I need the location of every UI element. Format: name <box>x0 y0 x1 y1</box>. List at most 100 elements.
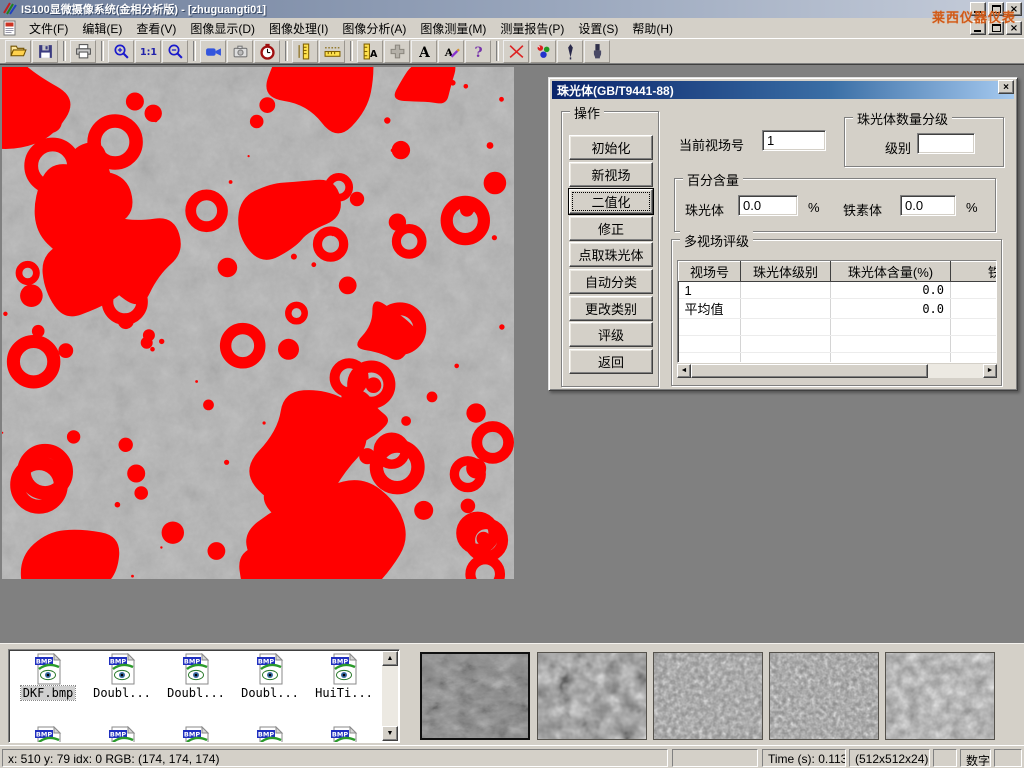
zoom-in-button[interactable] <box>108 40 134 63</box>
auto-classify-button[interactable]: 自动分类 <box>569 269 653 294</box>
menu-item-image-display[interactable]: 图像显示(D) <box>183 19 262 38</box>
print-button[interactable] <box>70 40 96 63</box>
thumbnail-4[interactable] <box>769 652 879 740</box>
timer-button[interactable] <box>254 40 280 63</box>
file-item-partial[interactable]: BMP <box>160 726 232 743</box>
text-annotation-button[interactable]: A <box>411 40 437 63</box>
thumbnail-2[interactable] <box>537 652 647 740</box>
thumbnail-3[interactable] <box>653 652 763 740</box>
pen-tool-icon <box>562 43 579 60</box>
bmp-file-icon: BMP <box>106 726 138 743</box>
ruler-horizontal-button[interactable] <box>319 40 345 63</box>
file-name-label: Doubl... <box>165 686 227 700</box>
back-button[interactable]: 返回 <box>569 349 653 374</box>
table-row[interactable] <box>679 336 998 353</box>
curve-tool-button[interactable] <box>503 40 529 63</box>
scroll-left-button[interactable]: ◄ <box>677 364 691 378</box>
dialog-title-bar[interactable]: 珠光体(GB/T9441-88) <box>552 81 1014 99</box>
menu-item-edit[interactable]: 编辑(E) <box>75 19 129 38</box>
file-item-partial[interactable]: BMP <box>234 726 306 743</box>
document-icon[interactable] <box>2 20 20 36</box>
pick-pearlite-button[interactable]: 点取珠光体 <box>569 242 653 267</box>
table-row[interactable] <box>679 319 998 336</box>
time-panel: Time (s): 0.113 <box>762 749 846 767</box>
file-item-partial[interactable]: BMP <box>12 726 84 743</box>
caliper-vertical-button[interactable] <box>292 40 318 63</box>
bmp-file-icon: BMP <box>106 653 138 685</box>
dialog-close-button[interactable]: × <box>998 80 1014 94</box>
menu-item-image-process[interactable]: 图像处理(I) <box>262 19 335 38</box>
file-item-partial[interactable]: BMP <box>86 726 158 743</box>
toolbar-separator <box>63 41 66 61</box>
menu-item-settings[interactable]: 设置(S) <box>571 19 625 38</box>
toolbar-separator <box>101 41 104 61</box>
menu-bar: 文件(F)编辑(E)查看(V)图像显示(D)图像处理(I)图像分析(A)图像测量… <box>0 18 1024 38</box>
context-help-button[interactable]: ? <box>465 40 491 63</box>
pearlite-label: 珠光体 <box>685 200 724 219</box>
file-browser: BMPDKF.bmpBMPDoubl...BMPDoubl...BMPDoubl… <box>8 649 400 743</box>
scroll-right-button[interactable]: ► <box>983 364 997 378</box>
scroll-down-button[interactable]: ▼ <box>382 726 398 741</box>
metallographic-image[interactable] <box>2 67 514 579</box>
file-item[interactable]: BMPDKF.bmp <box>12 653 84 700</box>
edit-annotation-button[interactable]: A <box>438 40 464 63</box>
save-file-button[interactable] <box>32 40 58 63</box>
menu-item-image-analysis[interactable]: 图像分析(A) <box>335 19 413 38</box>
pen-tool-button[interactable] <box>557 40 583 63</box>
merge-regions-button[interactable] <box>384 40 410 63</box>
file-item[interactable]: BMPHuiTi... <box>308 653 380 700</box>
menu-item-measure-report[interactable]: 测量报告(P) <box>493 19 571 38</box>
table-hscrollbar[interactable]: ◄ ► <box>677 364 997 378</box>
zoom-out-button[interactable] <box>162 40 188 63</box>
pearlite-percent-input[interactable] <box>738 195 798 216</box>
table-row[interactable]: 10.0 <box>679 282 998 299</box>
new-field-button[interactable]: 新视场 <box>569 162 653 187</box>
level-input[interactable] <box>917 133 975 154</box>
bmp-file-icon: BMP <box>32 653 64 685</box>
camera-capture-button[interactable] <box>227 40 253 63</box>
table-header-cell: 珠光体含量(%) <box>831 262 951 282</box>
svg-text:A: A <box>418 44 430 59</box>
file-list-scrollbar[interactable]: ▲ ▼ <box>382 651 398 741</box>
file-item[interactable]: BMPDoubl... <box>86 653 158 700</box>
menu-item-file[interactable]: 文件(F) <box>22 19 75 38</box>
pearlite-dialog: 珠光体(GB/T9441-88) × 操作 当前视场号 珠光体数量分级 级别 百… <box>548 77 1018 391</box>
menu-item-help[interactable]: 帮助(H) <box>625 19 680 38</box>
bmp-file-icon: BMP <box>180 653 212 685</box>
camera-capture-icon <box>232 43 249 60</box>
edit-annotation-icon: A <box>443 43 460 60</box>
file-item-partial[interactable]: BMP <box>308 726 380 743</box>
initialize-button[interactable]: 初始化 <box>569 135 653 160</box>
thumbnail-5[interactable] <box>885 652 995 740</box>
file-item[interactable]: BMPDoubl... <box>160 653 232 700</box>
menu-item-image-measure[interactable]: 图像测量(M) <box>413 19 493 38</box>
change-class-button[interactable]: 更改类别 <box>569 296 653 321</box>
brush-tool-button[interactable] <box>584 40 610 63</box>
video-capture-button[interactable] <box>200 40 226 63</box>
current-field-label: 当前视场号 <box>679 135 744 154</box>
ferrite-percent-input[interactable] <box>900 195 956 216</box>
open-file-button[interactable] <box>5 40 31 63</box>
file-name-label: Doubl... <box>91 686 153 700</box>
correct-button[interactable]: 修正 <box>569 216 653 241</box>
menu-item-view[interactable]: 查看(V) <box>129 19 183 38</box>
table-row[interactable]: 平均值0.0 <box>679 299 998 319</box>
grade-button[interactable]: 评级 <box>569 322 653 347</box>
thumbnail-1[interactable] <box>420 652 530 740</box>
table-row[interactable] <box>679 353 998 364</box>
file-item[interactable]: BMPDoubl... <box>234 653 306 700</box>
merge-regions-icon <box>389 43 406 60</box>
actual-size-icon: 1:1 <box>140 43 157 60</box>
arrow-down-icon: ▼ <box>387 730 394 737</box>
scroll-up-button[interactable]: ▲ <box>382 651 398 666</box>
table-header-cell: 视场号 <box>679 262 741 282</box>
hscroll-thumb[interactable] <box>691 364 928 378</box>
grading-table[interactable]: 视场号珠光体级别珠光体含量(%)铁素体含量(%)10.0平均值0.0 <box>677 260 997 363</box>
current-field-input[interactable] <box>762 130 826 151</box>
zoom-in-icon <box>113 43 130 60</box>
actual-size-button[interactable]: 1:1 <box>135 40 161 63</box>
binarize-button[interactable]: 二值化 <box>569 189 653 214</box>
context-help-icon: ? <box>470 43 487 60</box>
measure-label-button[interactable]: A <box>357 40 383 63</box>
phase-particles-button[interactable] <box>530 40 556 63</box>
